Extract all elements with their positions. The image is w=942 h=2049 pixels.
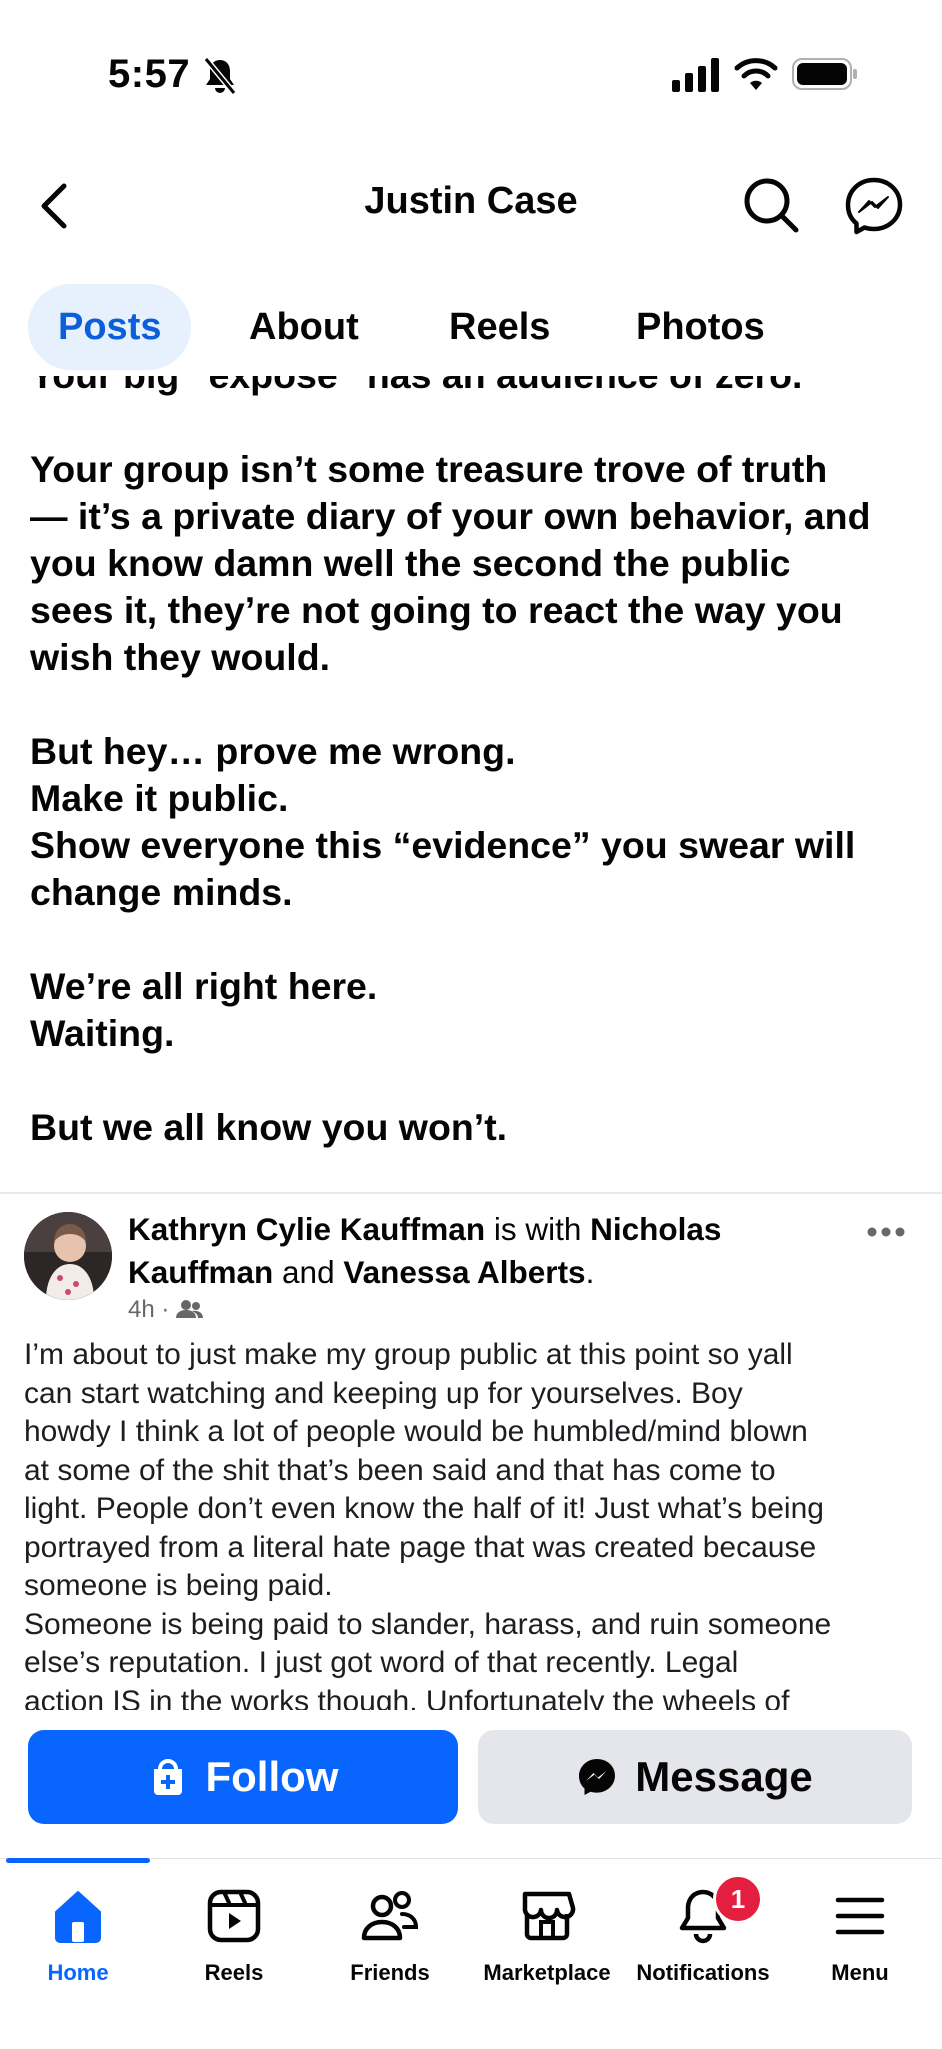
feed-line: light. People don’t even know the half o…	[24, 1492, 824, 1525]
message-button[interactable]: Message	[478, 1730, 912, 1824]
feed-line: action IS in the works though. Unfortuna…	[24, 1684, 790, 1711]
home-icon	[55, 1891, 101, 1943]
menu-icon	[835, 1897, 885, 1935]
post-divider	[0, 1192, 942, 1194]
avatar[interactable]	[24, 1212, 112, 1300]
feed-line: at some of the shit that’s been said and…	[24, 1453, 776, 1487]
post-line: Show everyone this “evidence” you swear …	[30, 824, 856, 866]
feed-post-body: I’m about to just make my group public a…	[0, 1336, 942, 1710]
messenger-icon[interactable]	[844, 176, 904, 236]
meta-separator: ·	[161, 1296, 177, 1323]
post-line: sees it, they’re not going to react the …	[30, 589, 843, 631]
post-line: Your group isn’t some treasure trove of …	[30, 448, 828, 490]
active-tab-indicator	[6, 1858, 150, 1863]
wifi-icon	[734, 58, 778, 90]
feed-line: I’m about to just make my group public a…	[24, 1338, 793, 1371]
nav-label: Reels	[204, 1960, 264, 1985]
follow-label: Follow	[205, 1753, 339, 1800]
period-text: .	[585, 1254, 595, 1290]
tab-posts[interactable]: Posts	[28, 284, 192, 370]
post-time: 4h	[128, 1296, 155, 1323]
follow-button[interactable]: Follow	[28, 1730, 458, 1824]
feed-line: can start watching and keeping up for yo…	[24, 1376, 743, 1410]
tab-photos[interactable]: Photos	[636, 284, 765, 370]
status-time: 5:57	[108, 52, 191, 96]
nav-label: Marketplace	[483, 1960, 611, 1985]
post-line: Your big “exposé” has an audience of zer…	[30, 376, 912, 399]
bell-slash-icon	[203, 57, 237, 95]
post-line: — it’s a private diary of your own behav…	[30, 495, 871, 537]
feed-line: portrayed from a literal hate page that …	[24, 1530, 817, 1564]
nav-label: Friends	[350, 1960, 430, 1985]
feed-line: howdy I think a lot of people would be h…	[24, 1415, 808, 1448]
post-line: But hey… prove me wrong.	[30, 730, 516, 772]
message-label: Message	[635, 1753, 813, 1800]
nav-label: Notifications	[636, 1960, 770, 1985]
post-meta: 4h ·	[128, 1296, 204, 1324]
post-line: change minds.	[30, 871, 293, 913]
nav-label: Menu	[831, 1960, 889, 1985]
bottom-nav	[0, 1858, 942, 2049]
page-title: Justin Case	[364, 180, 578, 222]
tagged-person[interactable]: Vanessa Alberts	[343, 1254, 585, 1290]
post-line: you know damn well the second the public	[30, 542, 791, 584]
post-author-line: Kathryn Cylie Kauffman is with Nicholas …	[128, 1208, 808, 1294]
battery-icon	[792, 58, 857, 90]
nav-label: Home	[47, 1960, 109, 1985]
with-text: is with	[493, 1211, 582, 1247]
tab-reels[interactable]: Reels	[449, 284, 550, 370]
messenger-icon	[579, 1759, 616, 1795]
friends-audience-icon	[176, 1300, 204, 1318]
marketplace-icon	[522, 1891, 576, 1941]
feed-line: Someone is being paid to slander, harass…	[24, 1607, 832, 1641]
previous-post: Your big “exposé” has an audience of zer…	[0, 376, 942, 1176]
post-line: We’re all right here.	[30, 965, 378, 1007]
more-options-icon[interactable]	[866, 1226, 906, 1238]
post-line: wish they would.	[30, 636, 331, 678]
follow-icon	[153, 1759, 182, 1795]
cellular-signal-icon	[672, 58, 719, 92]
feed-line: someone is being paid.	[24, 1569, 333, 1602]
feed-line: else’s reputation. I just got word of th…	[24, 1646, 739, 1679]
author-name[interactable]: Kathryn Cylie Kauffman	[128, 1211, 485, 1247]
reels-icon	[207, 1889, 261, 1943]
and-text: and	[282, 1254, 335, 1290]
tab-about[interactable]: About	[249, 284, 359, 370]
post-line: But we all know you won’t.	[30, 1106, 508, 1148]
post-line: Waiting.	[30, 1012, 175, 1054]
search-icon[interactable]	[742, 176, 800, 234]
friends-icon	[361, 1891, 419, 1941]
post-line: Make it public.	[30, 777, 289, 819]
notification-badge: 1	[713, 1874, 763, 1924]
